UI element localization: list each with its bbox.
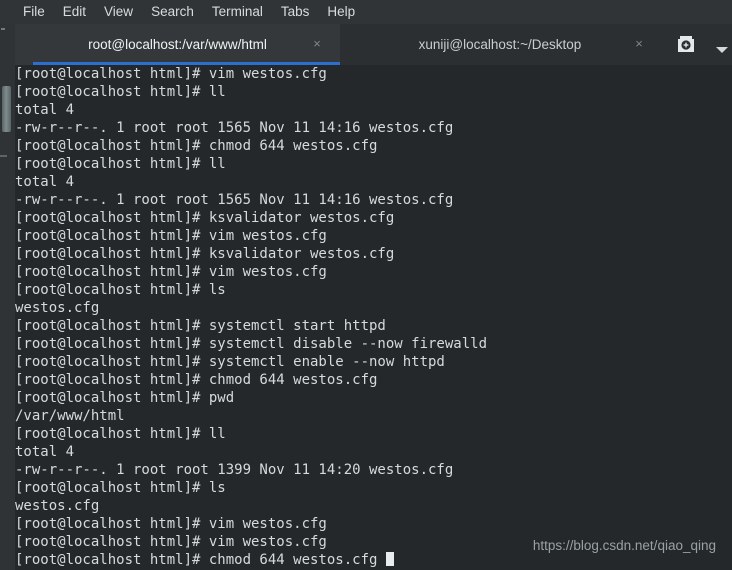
tab-root-var-www-html[interactable]: root@localhost:/var/www/html ×	[15, 24, 340, 65]
terminal-screen[interactable]: [root@localhost html]# vim westos.cfg [r…	[15, 65, 732, 570]
terminal-line: -rw-r--r--. 1 root root 1565 Nov 11 14:1…	[15, 120, 454, 136]
terminal-line: [root@localhost html]# ll	[15, 84, 226, 100]
terminal-line: [root@localhost html]# ksvalidator westo…	[15, 246, 395, 262]
terminal-line: [root@localhost html]# vim westos.cfg	[15, 534, 327, 550]
terminal-line: [root@localhost html]# systemctl disable…	[15, 336, 488, 352]
terminal-line: /var/www/html	[15, 408, 125, 424]
menu-item-tabs[interactable]: Tabs	[272, 0, 319, 24]
tab-close-icon[interactable]: ×	[632, 37, 646, 51]
terminal-prompt-text: [root@localhost html]# chmod 644 westos.…	[15, 552, 386, 568]
menu-item-file[interactable]: File	[14, 0, 54, 24]
terminal-line: [root@localhost html]# chmod 644 westos.…	[15, 138, 378, 154]
desktop-decoration	[1, 28, 5, 30]
tab-title: xuniji@localhost:~/Desktop	[418, 37, 582, 52]
terminal-line: [root@localhost html]# pwd	[15, 390, 235, 406]
terminal-line: [root@localhost html]# systemctl start h…	[15, 318, 386, 334]
chevron-down-icon[interactable]	[715, 40, 729, 53]
desktop-icon	[2, 86, 11, 132]
terminal-line: [root@localhost html]# vim westos.cfg	[15, 516, 327, 532]
terminal-line: [root@localhost html]# chmod 644 westos.…	[15, 372, 378, 388]
terminal-line: [root@localhost html]# vim westos.cfg	[15, 66, 327, 82]
menu-bar: File Edit View Search Terminal Tabs Help	[0, 0, 732, 24]
menu-item-help[interactable]: Help	[318, 0, 364, 24]
terminal-line: -rw-r--r--. 1 root root 1565 Nov 11 14:1…	[15, 192, 454, 208]
active-tab-indicator	[33, 62, 340, 65]
terminal-line: [root@localhost html]# ksvalidator westo…	[15, 210, 395, 226]
terminal-line: westos.cfg	[15, 498, 100, 514]
terminal-line: [root@localhost html]# ll	[15, 156, 226, 172]
terminal-line: [root@localhost html]# vim westos.cfg	[15, 264, 327, 280]
tab-title: root@localhost:/var/www/html	[88, 37, 267, 52]
terminal-cursor	[385, 552, 394, 566]
menu-item-terminal[interactable]: Terminal	[203, 0, 272, 24]
terminal-line: westos.cfg	[15, 300, 100, 316]
terminal-line: total 4	[15, 444, 75, 460]
terminal-line: [root@localhost html]# systemctl enable …	[15, 354, 445, 370]
terminal-line: [root@localhost html]# ls	[15, 480, 226, 496]
tab-xuniji-desktop[interactable]: xuniji@localhost:~/Desktop ×	[340, 24, 660, 65]
desktop-background-strip	[0, 0, 15, 570]
desktop-decoration-secondary	[0, 155, 7, 157]
menu-item-search[interactable]: Search	[142, 0, 203, 24]
terminal-line: total 4	[15, 174, 75, 190]
tab-bar: root@localhost:/var/www/html × xuniji@lo…	[15, 24, 732, 65]
new-tab-icon[interactable]	[675, 34, 697, 55]
menu-item-edit[interactable]: Edit	[54, 0, 95, 24]
terminal-output: [root@localhost html]# vim westos.cfg [r…	[15, 65, 732, 569]
terminal-current-line: [root@localhost html]# chmod 644 westos.…	[15, 551, 732, 569]
terminal-line: [root@localhost html]# ls	[15, 282, 226, 298]
terminal-line: [root@localhost html]# ll	[15, 426, 226, 442]
terminal-line: total 4	[15, 102, 75, 118]
terminal-line: -rw-r--r--. 1 root root 1399 Nov 11 14:2…	[15, 462, 454, 478]
terminal-window: File Edit View Search Terminal Tabs Help…	[0, 0, 732, 570]
menu-item-view[interactable]: View	[95, 0, 142, 24]
tab-close-icon[interactable]: ×	[310, 37, 324, 51]
terminal-line: [root@localhost html]# vim westos.cfg	[15, 228, 327, 244]
